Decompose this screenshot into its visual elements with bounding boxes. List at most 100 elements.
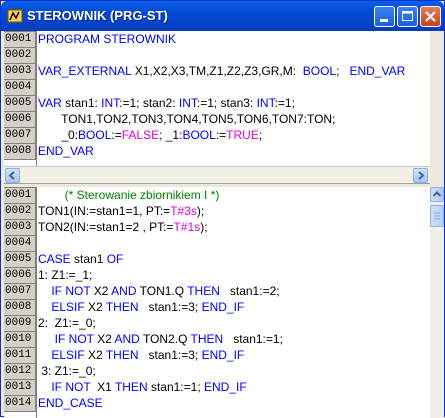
code-text[interactable]: IF NOT X1 THEN stan1:=1; END_IF [38,379,247,395]
code-text[interactable]: TON1(IN:=stan1=1, PT:=T#3s); [38,203,204,219]
code-token: ; [336,64,350,78]
line-number: 0007 [4,127,36,144]
code-text[interactable]: ELSIF X2 THEN stan1:=3; END_IF [38,299,244,315]
code-text[interactable]: 2: Z1:=_0; [38,315,96,331]
keyword-token: BOOL [78,128,112,142]
declaration-side-strip [430,31,444,183]
code-text[interactable]: ELSIF X2 THEN stan1:=3; END_IF [38,347,244,363]
code-line[interactable]: 0002 TON1(IN:=stan1=1, PT:=T#3s); [4,203,430,220]
keyword-token: THEN [105,300,139,314]
keyword-token: END_IF [203,380,247,394]
code-text[interactable]: END_VAR [38,143,94,159]
line-number: 0004 [4,79,36,96]
minimize-icon [380,19,388,22]
keyword-token: BOOL [302,64,337,78]
scroll-up-arrow[interactable] [430,187,444,202]
declaration-editor[interactable]: 0001 PROGRAM STEROWNIK 0002 0003 VAR_EXTERNA… [4,31,430,166]
literal-token: FALSE [121,128,160,142]
grip-icon [434,212,440,220]
code-line[interactable]: 0011 ELSIF X2 THEN stan1:=3; END_IF [4,347,430,364]
code-line[interactable]: 0003 VAR_EXTERNAL X1,X2,X3,TM,Z1,Z2,Z3,GR… [4,63,430,80]
keyword-token: END_VAR [38,144,94,158]
code-line[interactable]: 0006 TON1,TON2,TON3,TON4,TON5,TON6,TON7:… [4,111,430,128]
code-text[interactable]: (* Sterowanie zbiornikiem I *) [38,187,220,203]
keyword-token: THEN [114,380,148,394]
code-line[interactable]: 0007 IF NOT X2 AND TON1.Q THEN stan1:=2; [4,283,430,300]
code-line[interactable]: 0009 2: Z1:=_0; [4,315,430,332]
code-line[interactable]: 0005 CASE stan1 OF [4,251,430,268]
body-vertical-scrollbar[interactable] [430,187,444,418]
keyword-token: IF NOT [51,380,91,394]
code-token: TON1(IN:=stan1=1, PT:= [38,204,171,218]
code-token: TON1,TON2,TON3,TON4,TON5,TON6,TON7:TON; [38,112,336,126]
title-bar[interactable]: STEROWNIK (PRG-ST) [1,1,444,31]
body-editor[interactable]: 0001 (* Sterowanie zbiornikiem I *) 0002 T… [4,187,430,418]
code-line[interactable]: 0010 IF NOT X2 AND TON2.Q THEN stan1:=1; [4,331,430,348]
keyword-token: AND [114,332,140,346]
code-line[interactable]: 0002 [4,47,430,64]
code-line[interactable]: 0001 (* Sterowanie zbiornikiem I *) [4,187,430,204]
code-line[interactable]: 0012 3: Z1:=_0; [4,363,430,380]
code-line[interactable]: 0008 END_VAR [4,143,430,160]
code-token: _0: [38,128,79,142]
code-text[interactable]: PROGRAM STEROWNIK [38,31,176,47]
keyword-token: OF [106,252,124,266]
code-text[interactable]: 1: Z1:=_1; [38,267,92,283]
code-text[interactable]: VAR stan1: INT:=1; stan2: INT:=1; stan3:… [38,95,295,111]
code-text[interactable]: 3: Z1:=_0; [38,363,96,379]
line-number: 0014 [4,395,36,412]
code-text[interactable]: END_CASE [38,395,103,411]
scroll-thumb[interactable] [430,205,444,227]
code-line[interactable]: 0004 [4,235,430,252]
maximize-button[interactable] [397,6,418,27]
code-text[interactable]: IF NOT X2 AND TON2.Q THEN stan1:=1; [38,331,283,347]
code-text[interactable]: IF NOT X2 AND TON1.Q THEN stan1:=2; [38,283,279,299]
code-line[interactable]: 0001 PROGRAM STEROWNIK [4,31,430,48]
scroll-left-arrow[interactable] [5,168,20,183]
code-line[interactable]: 0007 _0:BOOL:=FALSE; _1:BOOL:=TRUE; [4,127,430,144]
close-button[interactable] [420,6,441,27]
code-token: X2 [84,300,106,314]
code-token: TON1.Q [136,284,188,298]
keyword-token: END_VAR [349,64,406,78]
code-token: X1 [90,380,115,394]
code-line[interactable]: 0003 TON2(IN:=stan1=2 , PT:=T#1s); [4,219,430,236]
line-number: 0005 [4,95,36,112]
code-token: X2 [90,284,112,298]
keyword-token: INT [101,96,120,110]
code-line[interactable]: 0014 END_CASE [4,395,430,412]
declaration-horizontal-scrollbar[interactable] [4,166,430,184]
code-text[interactable]: TON1,TON2,TON3,TON4,TON5,TON6,TON7:TON; [38,111,335,127]
keyword-token: IF NOT [51,284,91,298]
code-text[interactable]: CASE stan1 OF [38,251,123,267]
keyword-token: ELSIF [51,300,85,314]
literal-token: T#3s [170,204,197,218]
code-text[interactable]: _0:BOOL:=FALSE; _1:BOOL:=TRUE; [38,127,262,143]
scroll-right-arrow[interactable] [413,168,428,183]
line-number: 0002 [4,203,36,220]
keyword-token: VAR_EXTERNAL [38,64,132,78]
code-line[interactable]: 0005 VAR stan1: INT:=1; stan2: INT:=1; st… [4,95,430,112]
literal-token: T#1s [173,220,201,234]
code-line[interactable]: 0008 ELSIF X2 THEN stan1:=3; END_IF [4,299,430,316]
code-token: X1,X2,X3,TM,Z1,Z2,Z3,GR,M: [131,64,303,78]
code-token: :=1; [274,96,295,110]
code-token: 3: Z1:=_0; [38,364,96,378]
code-text[interactable]: VAR_EXTERNAL X1,X2,X3,TM,Z1,Z2,Z3,GR,M: … [38,63,405,79]
code-line[interactable]: 0006 1: Z1:=_1; [4,267,430,284]
keyword-token: INT [256,96,275,110]
code-token: := [111,128,122,142]
line-number: 0002 [4,47,36,64]
code-line[interactable]: 0004 [4,79,430,96]
line-number: 0008 [4,143,36,160]
code-token: ); [196,204,205,218]
line-number: 0006 [4,111,36,128]
code-token: ); [200,220,208,234]
arrow-right-icon [418,171,425,180]
code-token: ; _1: [159,128,183,142]
code-text[interactable]: TON2(IN:=stan1=2 , PT:=T#1s); [38,219,208,235]
minimize-button[interactable] [374,6,395,27]
code-line[interactable]: 0013 IF NOT X1 THEN stan1:=1; END_IF [4,379,430,396]
line-number: 0008 [4,299,36,316]
